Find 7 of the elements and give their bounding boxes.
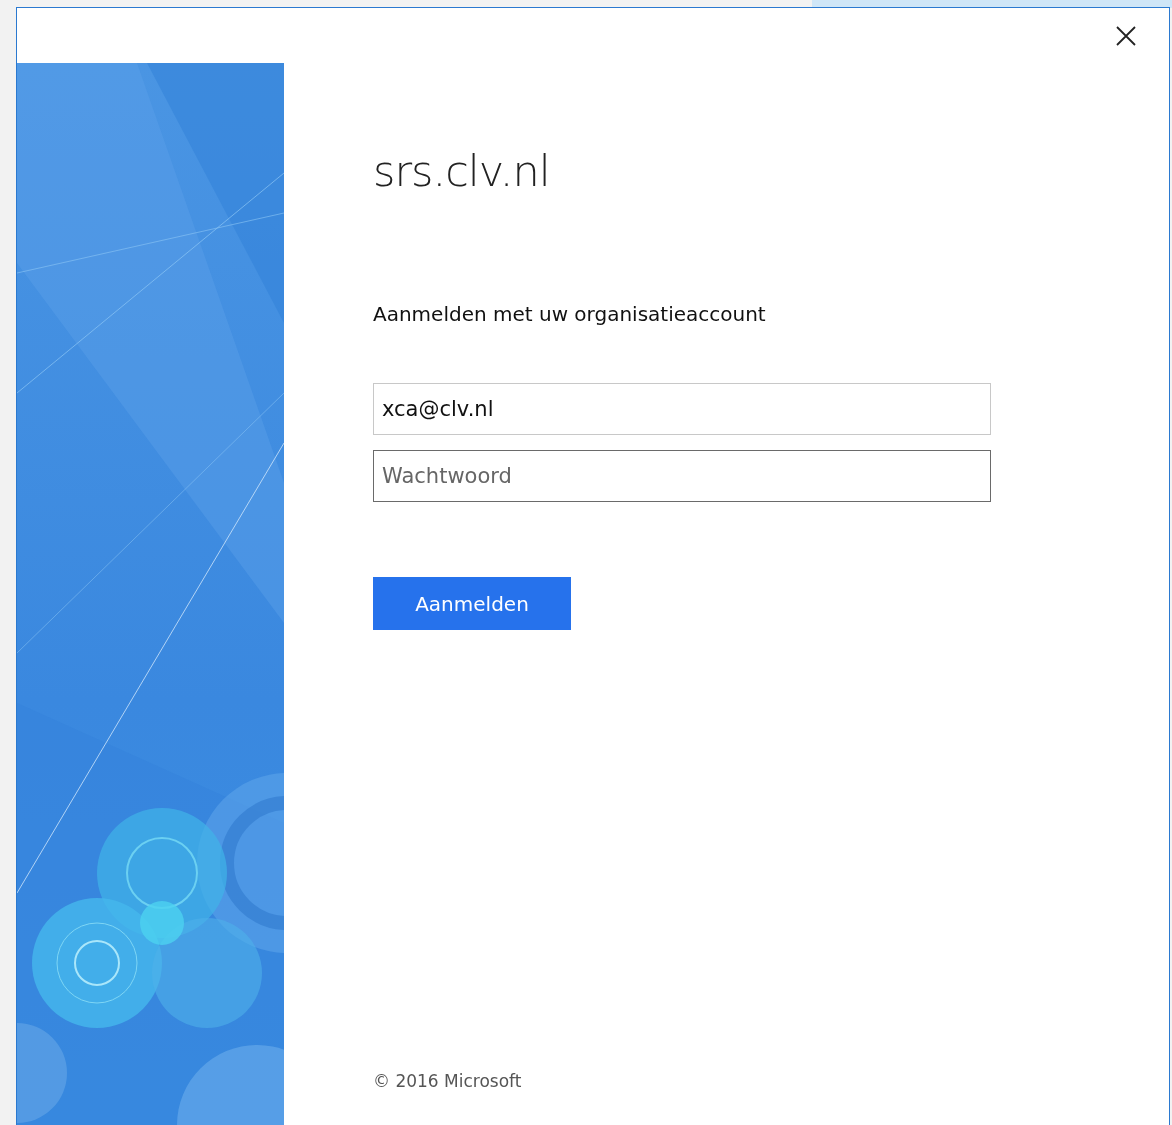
email-field[interactable]: xca@clv.nl (373, 383, 991, 435)
sign-in-button[interactable]: Aanmelden (373, 577, 571, 630)
copyright-text: © 2016 Microsoft (373, 1071, 522, 1091)
password-field[interactable]: Wachtwoord (373, 450, 991, 502)
site-title: srs.clv.nl (373, 145, 550, 197)
close-icon[interactable] (1116, 25, 1136, 46)
sign-in-prompt: Aanmelden met uw organisatieaccount (373, 301, 766, 328)
